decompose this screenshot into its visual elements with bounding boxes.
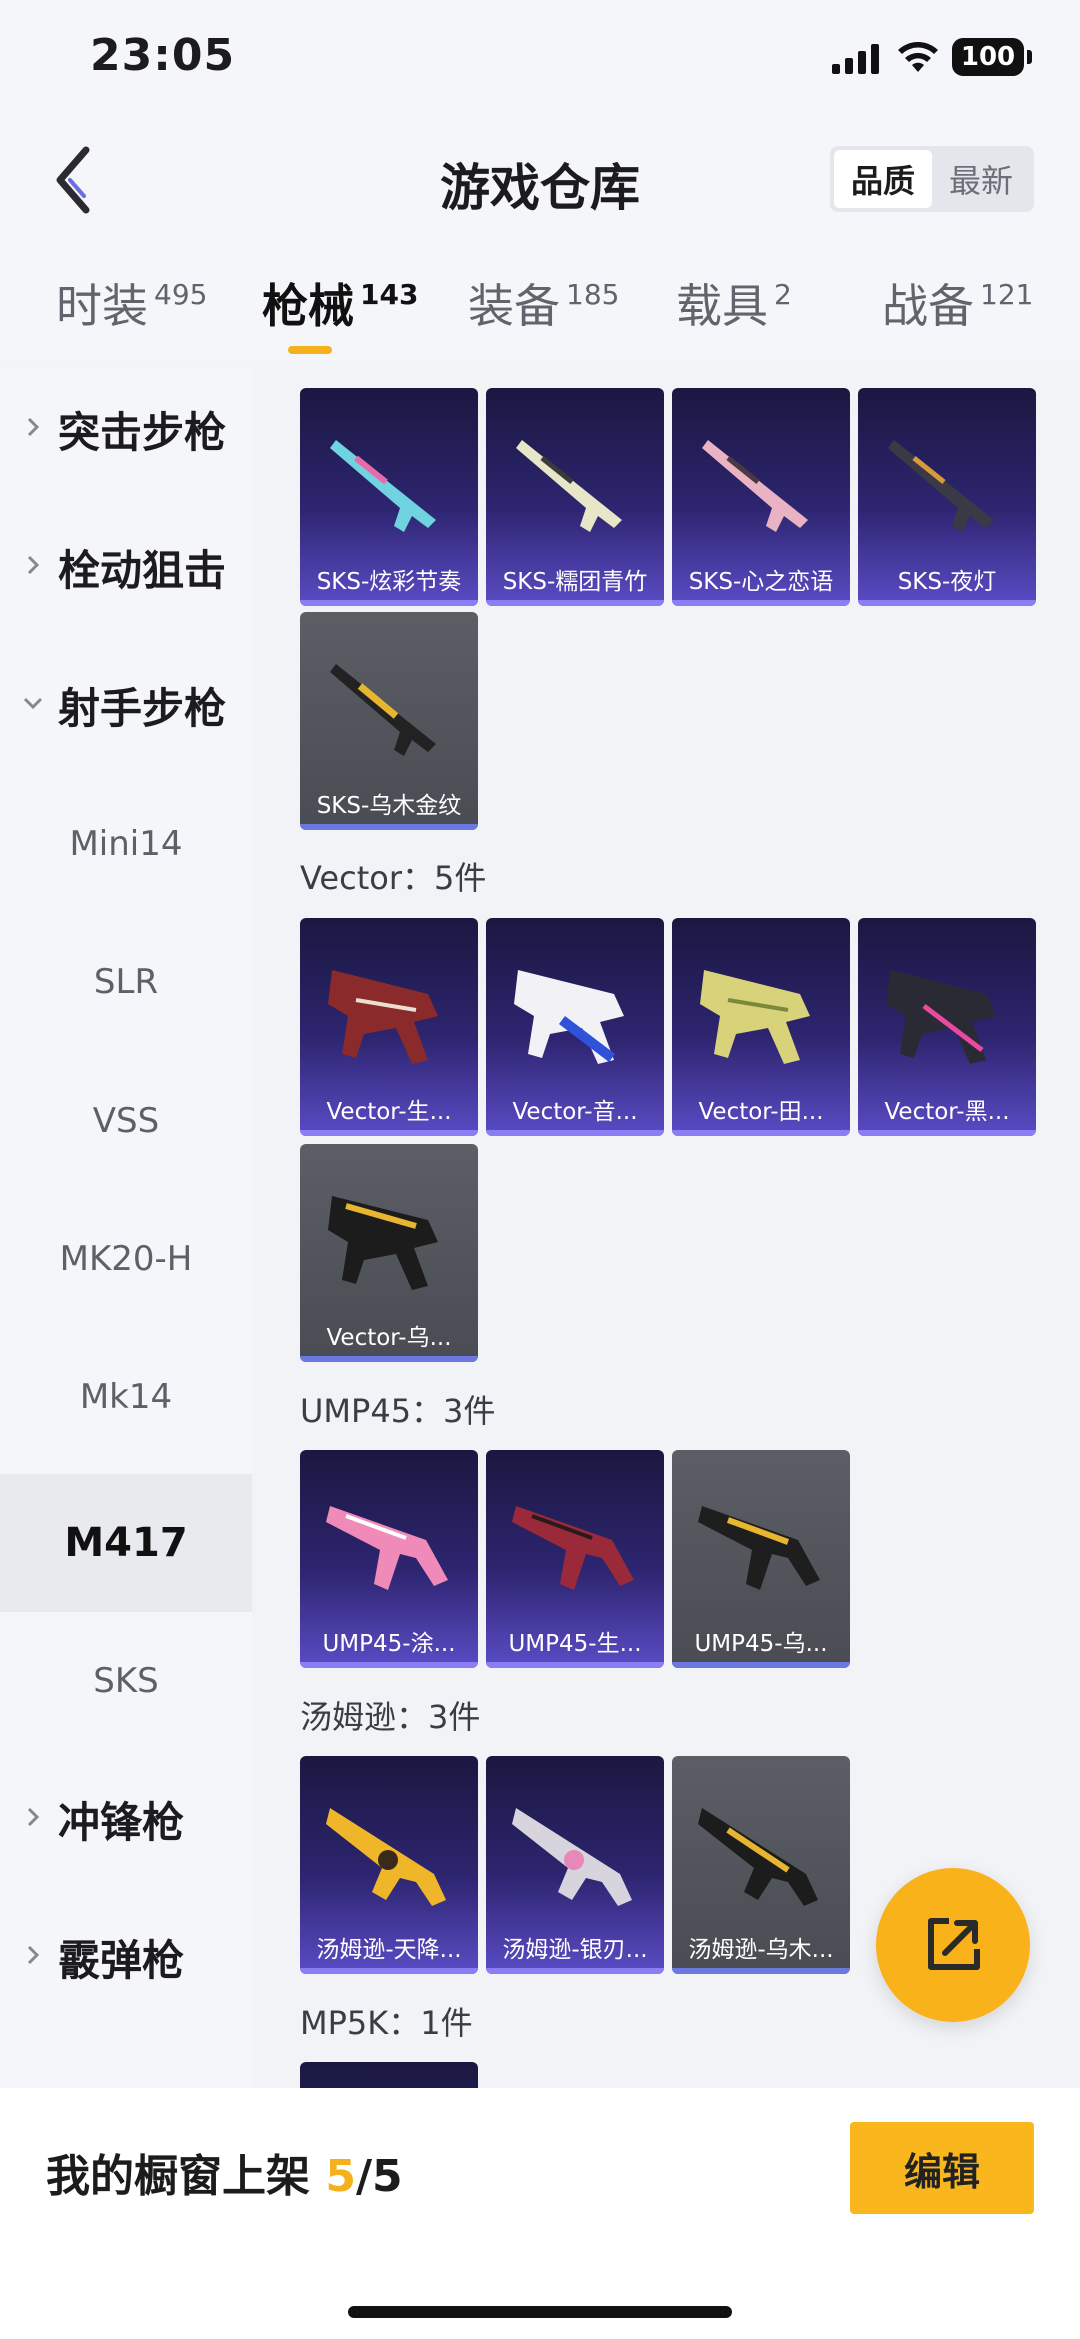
sidebar-item-smg[interactable]: 冲锋枪 <box>0 1750 252 1888</box>
weapon-card[interactable]: SKS-炫彩节奏 <box>300 388 478 606</box>
chevron-down-icon <box>23 697 43 710</box>
smg-icon <box>512 1808 632 1906</box>
weapon-card[interactable]: UMP45-乌... <box>672 1450 850 1668</box>
battery-icon: 100 <box>952 38 1032 76</box>
bottom-bar: 我的橱窗上架 5/5 编辑 <box>0 2088 1080 2339</box>
sidebar-item-dmr[interactable]: 射手步枪 <box>0 636 252 774</box>
weapon-card[interactable] <box>300 2062 478 2088</box>
weapon-card[interactable]: Vector-田... <box>672 918 850 1136</box>
weapon-card[interactable]: 汤姆逊-银刃... <box>486 1756 664 1974</box>
weapon-card[interactable]: SKS-糯团青竹 <box>486 388 664 606</box>
section-title-thompson: 汤姆逊：3件 <box>300 1698 481 1736</box>
smg-icon <box>326 1808 446 1906</box>
smg-icon <box>700 970 810 1064</box>
sidebar-item-mk14[interactable]: Mk14 <box>0 1328 252 1466</box>
rifle-icon <box>516 440 622 532</box>
chevron-right-icon <box>27 555 40 575</box>
weapon-card[interactable]: UMP45-涂... <box>300 1450 478 1668</box>
chevron-right-icon <box>27 1945 40 1965</box>
status-time: 23:05 <box>90 30 236 81</box>
category-tabs: 时装 495 枪械 143 装备 185 载具 2 战备 121 <box>0 270 1080 360</box>
active-tab-indicator <box>288 346 332 354</box>
smg-icon <box>328 970 438 1064</box>
smg-icon <box>698 1808 818 1906</box>
smg-icon <box>514 970 624 1064</box>
sidebar-item-bolt-sniper[interactable]: 栓动狙击 <box>0 498 252 636</box>
sort-newest-button[interactable]: 最新 <box>932 150 1030 208</box>
rifle-icon <box>888 440 994 532</box>
chevron-right-icon <box>27 417 40 437</box>
weapon-card[interactable]: Vector-黑... <box>858 918 1036 1136</box>
home-indicator <box>348 2306 732 2318</box>
tab-equipment[interactable]: 装备 185 <box>468 270 619 336</box>
tab-vehicles[interactable]: 载具 2 <box>676 270 792 336</box>
sort-toggle: 品质 最新 <box>830 146 1034 212</box>
sidebar-item-mini14[interactable]: Mini14 <box>0 775 252 913</box>
sidebar-item-vss[interactable]: VSS <box>0 1052 252 1190</box>
smg-icon <box>328 1196 438 1290</box>
share-icon <box>928 1918 980 1970</box>
section-title-mp5k: MP5K：1件 <box>300 2004 473 2042</box>
tab-supplies[interactable]: 战备 121 <box>882 270 1033 336</box>
sidebar-item-m417[interactable]: M417 <box>0 1474 252 1612</box>
rifle-icon <box>330 440 436 532</box>
smg-icon <box>326 1506 448 1590</box>
cellular-signal-icon <box>832 44 879 74</box>
weapon-card[interactable]: Vector-生... <box>300 918 478 1136</box>
sidebar-item-sks[interactable]: SKS <box>0 1612 252 1750</box>
rifle-icon <box>330 664 436 756</box>
smg-icon <box>886 970 996 1064</box>
sidebar-item-slr[interactable]: SLR <box>0 913 252 1051</box>
weapon-card[interactable]: Vector-乌... <box>300 1144 478 1362</box>
section-title-ump45: UMP45：3件 <box>300 1392 496 1430</box>
status-bar: 23:05 100 <box>0 0 1080 120</box>
weapon-card[interactable]: SKS-心之恋语 <box>672 388 850 606</box>
weapon-card[interactable]: 汤姆逊-乌木... <box>672 1756 850 1974</box>
share-button[interactable] <box>876 1868 1030 2022</box>
sort-quality-button[interactable]: 品质 <box>834 150 932 208</box>
smg-icon <box>512 1506 634 1590</box>
sidebar-item-mk20h[interactable]: MK20-H <box>0 1190 252 1328</box>
edit-button[interactable]: 编辑 <box>850 2122 1034 2214</box>
weapon-card[interactable]: Vector-音... <box>486 918 664 1136</box>
wifi-icon <box>898 42 938 72</box>
chevron-right-icon <box>27 1807 40 1827</box>
weapon-card[interactable]: SKS-乌木金纹 <box>300 612 478 830</box>
sidebar-item-shotgun[interactable]: 霰弹枪 <box>0 1888 252 2026</box>
weapon-card[interactable]: SKS-夜灯 <box>858 388 1036 606</box>
weapon-card[interactable]: 汤姆逊-天降... <box>300 1756 478 1974</box>
tab-fashion[interactable]: 时装 495 <box>56 270 207 336</box>
sidebar: 突击步枪 栓动狙击 射手步枪 Mini14 SLR VSS MK20-H Mk1… <box>0 368 252 2088</box>
showcase-status: 我的橱窗上架 5/5 <box>46 2151 403 2202</box>
weapon-card[interactable]: UMP45-生... <box>486 1450 664 1668</box>
rifle-icon <box>702 440 808 532</box>
tab-guns[interactable]: 枪械 143 <box>262 270 418 336</box>
section-title-vector: Vector：5件 <box>300 859 487 897</box>
sidebar-item-assault-rifle[interactable]: 突击步枪 <box>0 368 252 498</box>
weapon-grid: SKS-炫彩节奏 SKS-糯团青竹 SKS-心之恋语 SKS-夜灯 SKS-乌木… <box>252 368 1080 2088</box>
smg-icon <box>698 1506 820 1590</box>
